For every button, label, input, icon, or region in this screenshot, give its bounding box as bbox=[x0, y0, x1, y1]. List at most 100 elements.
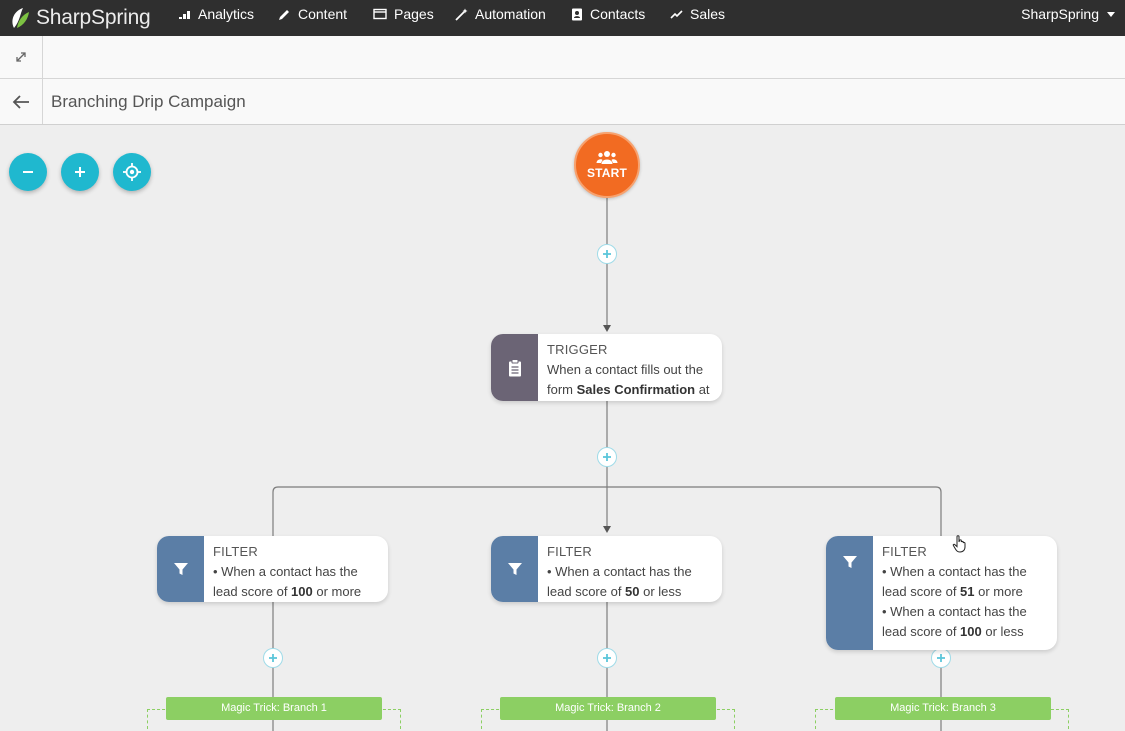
brand-name: SharpSpring bbox=[36, 6, 151, 29]
lead-score-value: 100 bbox=[960, 624, 982, 639]
start-node[interactable]: START bbox=[574, 132, 640, 198]
plus-icon bbox=[937, 654, 945, 662]
nav-analytics[interactable]: Analytics bbox=[178, 0, 254, 28]
nav-contacts[interactable]: Contacts bbox=[571, 0, 645, 28]
back-button[interactable] bbox=[0, 79, 43, 124]
funnel-icon bbox=[842, 556, 857, 568]
arrow-left-icon bbox=[12, 94, 29, 109]
chevron-down-icon bbox=[1107, 11, 1115, 17]
branch-container-edge bbox=[481, 709, 482, 729]
node-type-label: FILTER bbox=[547, 544, 593, 559]
page-title: Branching Drip Campaign bbox=[51, 92, 246, 111]
window-icon bbox=[373, 8, 387, 20]
filter-condition-line: • When a contact has the bbox=[547, 564, 692, 579]
zoom-in-button[interactable] bbox=[61, 153, 99, 191]
filter-condition-line: lead score of 100 or less bbox=[882, 622, 1027, 642]
nav-label: Pages bbox=[394, 6, 434, 22]
wand-icon bbox=[455, 8, 468, 21]
nav-label: Content bbox=[298, 6, 348, 22]
lead-score-value: 51 bbox=[960, 584, 975, 599]
branch-label-3[interactable]: Magic Trick: Branch 3 bbox=[835, 697, 1051, 720]
nav-label: Sales bbox=[690, 6, 726, 22]
zoom-out-button[interactable] bbox=[9, 153, 47, 191]
add-step-button[interactable] bbox=[597, 648, 617, 668]
contacts-icon bbox=[572, 8, 582, 20]
hand-cursor-icon bbox=[952, 535, 966, 553]
filter-condition-line: lead score of 100 or more bbox=[213, 582, 361, 602]
filter-condition-line: lead score of 50 or less bbox=[547, 582, 692, 602]
funnel-icon bbox=[173, 563, 188, 575]
sharpspring-logo[interactable]: SharpSpring bbox=[8, 0, 151, 36]
account-name: SharpSpring bbox=[1021, 6, 1099, 22]
branch-label-2[interactable]: Magic Trick: Branch 2 bbox=[500, 697, 716, 720]
account-menu[interactable]: SharpSpring bbox=[1021, 0, 1115, 28]
users-icon bbox=[596, 151, 618, 164]
add-step-button[interactable] bbox=[597, 447, 617, 467]
nav-label: Contacts bbox=[590, 6, 646, 22]
fullscreen-button[interactable] bbox=[0, 36, 43, 78]
workflow-canvas[interactable]: START TRIGGER When a contact fills out t… bbox=[0, 126, 1125, 731]
branch-container-edge bbox=[1068, 709, 1069, 729]
nav-content[interactable]: Content bbox=[278, 0, 347, 28]
filter-condition-line: • When a contact has the bbox=[213, 564, 358, 579]
text-fragment: lead score of bbox=[547, 584, 626, 599]
node-type-label: FILTER bbox=[213, 544, 259, 559]
form-name: Sales Confirmation bbox=[576, 382, 696, 397]
filter-node[interactable]: FILTER • When a contact has the lead sco… bbox=[157, 536, 388, 602]
filter-icon-panel bbox=[491, 536, 538, 602]
filter-icon-panel bbox=[826, 536, 873, 650]
sales-chart-icon bbox=[670, 9, 683, 19]
text-fragment: or more bbox=[974, 584, 1023, 599]
plus-icon bbox=[603, 453, 611, 461]
lead-score-value: 50 bbox=[625, 584, 640, 599]
trigger-description-line: When a contact fills out the bbox=[547, 362, 704, 377]
trigger-description-line: form Sales Confirmation at bbox=[547, 380, 710, 400]
text-fragment: or more bbox=[312, 584, 362, 599]
trigger-content: TRIGGER When a contact fills out the for… bbox=[538, 334, 718, 401]
branch-container-edge bbox=[147, 709, 148, 729]
text-fragment: at bbox=[695, 382, 710, 397]
top-navigation-bar: SharpSpring Analytics Content Pages Auto… bbox=[0, 0, 1125, 36]
plus-icon bbox=[603, 654, 611, 662]
text-fragment: or less bbox=[639, 584, 682, 599]
add-step-button[interactable] bbox=[931, 648, 951, 668]
clipboard-icon bbox=[508, 358, 521, 376]
filter-content: FILTER • When a contact has the lead sco… bbox=[873, 536, 1035, 650]
filter-node[interactable]: FILTER • When a contact has the lead sco… bbox=[826, 536, 1057, 650]
funnel-icon bbox=[507, 563, 522, 575]
expand-icon bbox=[16, 52, 26, 62]
start-label: START bbox=[586, 166, 628, 180]
text-fragment: lead score of bbox=[213, 584, 292, 599]
add-step-button[interactable] bbox=[263, 648, 283, 668]
node-type-label: TRIGGER bbox=[547, 342, 608, 357]
plus-icon bbox=[75, 167, 85, 177]
filter-node[interactable]: FILTER • When a contact has the lead sco… bbox=[491, 536, 722, 602]
text-fragment: or less bbox=[981, 624, 1024, 639]
nav-label: Analytics bbox=[198, 6, 255, 22]
branch-label-1[interactable]: Magic Trick: Branch 1 bbox=[166, 697, 382, 720]
branch-container-edge bbox=[815, 709, 816, 729]
text-fragment: form bbox=[547, 382, 577, 397]
filter-content: FILTER • When a contact has the lead sco… bbox=[538, 536, 700, 602]
trigger-icon-panel bbox=[491, 334, 538, 401]
add-step-button[interactable] bbox=[597, 244, 617, 264]
plus-icon bbox=[603, 250, 611, 258]
filter-content: FILTER • When a contact has the lead sco… bbox=[204, 536, 369, 602]
leaf-logo-icon bbox=[12, 8, 29, 28]
text-fragment: lead score of bbox=[882, 584, 961, 599]
filter-condition-line: lead score of 51 or more bbox=[882, 582, 1027, 602]
nav-pages[interactable]: Pages bbox=[373, 0, 434, 28]
pencil-icon bbox=[279, 9, 289, 20]
filter-condition-line: • When a contact has the bbox=[882, 604, 1027, 619]
target-icon bbox=[123, 163, 141, 181]
canvas-toolbar bbox=[0, 36, 1125, 79]
filter-condition-line: • When a contact has the bbox=[882, 564, 1027, 579]
nav-label: Automation bbox=[475, 6, 546, 22]
nav-sales[interactable]: Sales bbox=[670, 0, 725, 28]
analytics-icon bbox=[179, 10, 190, 19]
trigger-node[interactable]: TRIGGER When a contact fills out the for… bbox=[491, 334, 722, 401]
plus-icon bbox=[269, 654, 277, 662]
recenter-button[interactable] bbox=[113, 153, 151, 191]
nav-automation[interactable]: Automation bbox=[455, 0, 546, 28]
title-bar: Branching Drip Campaign bbox=[0, 79, 1125, 125]
